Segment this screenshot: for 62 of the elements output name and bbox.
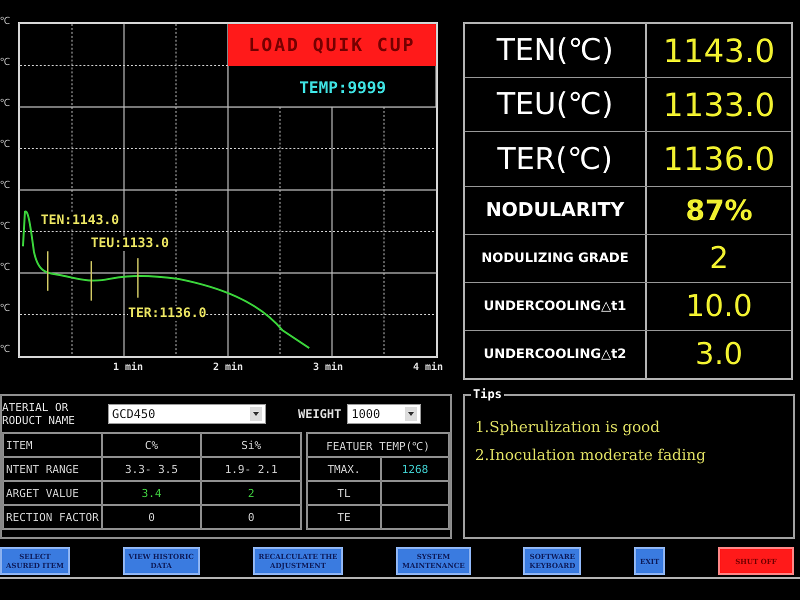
table-cell: 0 [201, 505, 301, 529]
result-label: TER(℃) [465, 132, 647, 186]
result-label: UNDERCOOLING△t1 [465, 282, 647, 330]
axis-tick-label: ℃ [0, 98, 11, 110]
axis-tick-label: ℃ [0, 139, 11, 151]
table-cell: 2 [201, 481, 301, 505]
curve-annotation: TEN:1143.0 [40, 213, 120, 228]
result-value: 3.0 [694, 336, 744, 374]
material-dropdown[interactable]: GCD450 [108, 404, 266, 424]
result-label: UNDERCOOLING△t2 [465, 330, 647, 378]
tip-text: 2.Inoculation moderate fading [475, 446, 707, 464]
result-value: 87% [684, 192, 754, 229]
table-cell: 1268 [381, 457, 449, 481]
field-label: WEIGHT [298, 407, 342, 421]
column-header: Si% [201, 433, 301, 457]
axis-tick-label: ℃ [0, 303, 11, 315]
row-label: TL [307, 481, 381, 505]
row-label: NTENT RANGE [3, 457, 102, 481]
column-header: C% [102, 433, 202, 457]
result-label: TEU(℃) [465, 78, 647, 132]
row-label: TE [307, 505, 381, 529]
tip-text: 1.Spherulization is good [475, 418, 661, 436]
weight-dropdown[interactable]: 1000 [347, 404, 422, 424]
column-header: FEATUER TEMP(℃) [307, 433, 449, 457]
result-label: NODULIZING GRADE [465, 234, 647, 282]
result-value: 1133.0 [662, 84, 776, 126]
marker-line [137, 258, 139, 298]
axis-tick-label: ℃ [0, 221, 11, 233]
column-header: ITEM [3, 433, 102, 457]
axis-tick-label: ℃ [0, 262, 11, 274]
row-label: TMAX. [307, 457, 381, 481]
result-value: 2 [708, 240, 730, 278]
curve-annotation: TEU:1133.0 [90, 236, 169, 252]
axis-tick-label: 3 min [312, 362, 344, 373]
axis-tick-label: ℃ [0, 16, 11, 28]
caret-icon [250, 407, 262, 421]
axis-tick-label: ℃ [0, 344, 11, 356]
curve-annotation: TER:1136.0 [128, 306, 206, 322]
result-value: 10.0 [684, 288, 754, 326]
status-banner: LOAD QUIK CUP [228, 24, 436, 66]
marker-line [47, 251, 48, 291]
marker-line [90, 261, 92, 301]
result-label: NODULARITY [465, 186, 647, 234]
axis-tick-label: ℃ [0, 57, 11, 69]
table-cell: 3.4 [102, 481, 202, 505]
table-cell: 3.3- 3.5 [102, 457, 202, 481]
caret-icon [405, 407, 418, 421]
axis-tick-label: ℃ [0, 180, 11, 192]
result-label: TEN(℃) [465, 24, 647, 78]
temperature-readout: TEMP:9999 [299, 78, 386, 97]
row-label: RECTION FACTOR [3, 505, 102, 529]
axis-tick-label: 4 min [412, 362, 444, 373]
axis-tick-label: 2 min [212, 362, 244, 373]
result-value: 1143.0 [662, 30, 776, 72]
table-cell: 0 [102, 505, 202, 529]
axis-tick-label: 1 min [112, 362, 144, 373]
field-label: RODUCT NAME [2, 414, 76, 427]
result-value: 1136.0 [662, 139, 776, 180]
panel-title: Tips [471, 387, 504, 401]
field-label: ATERIAL OR [2, 401, 70, 414]
table-cell: 1.9- 2.1 [201, 457, 301, 481]
row-label: ARGET VALUE [3, 481, 102, 505]
